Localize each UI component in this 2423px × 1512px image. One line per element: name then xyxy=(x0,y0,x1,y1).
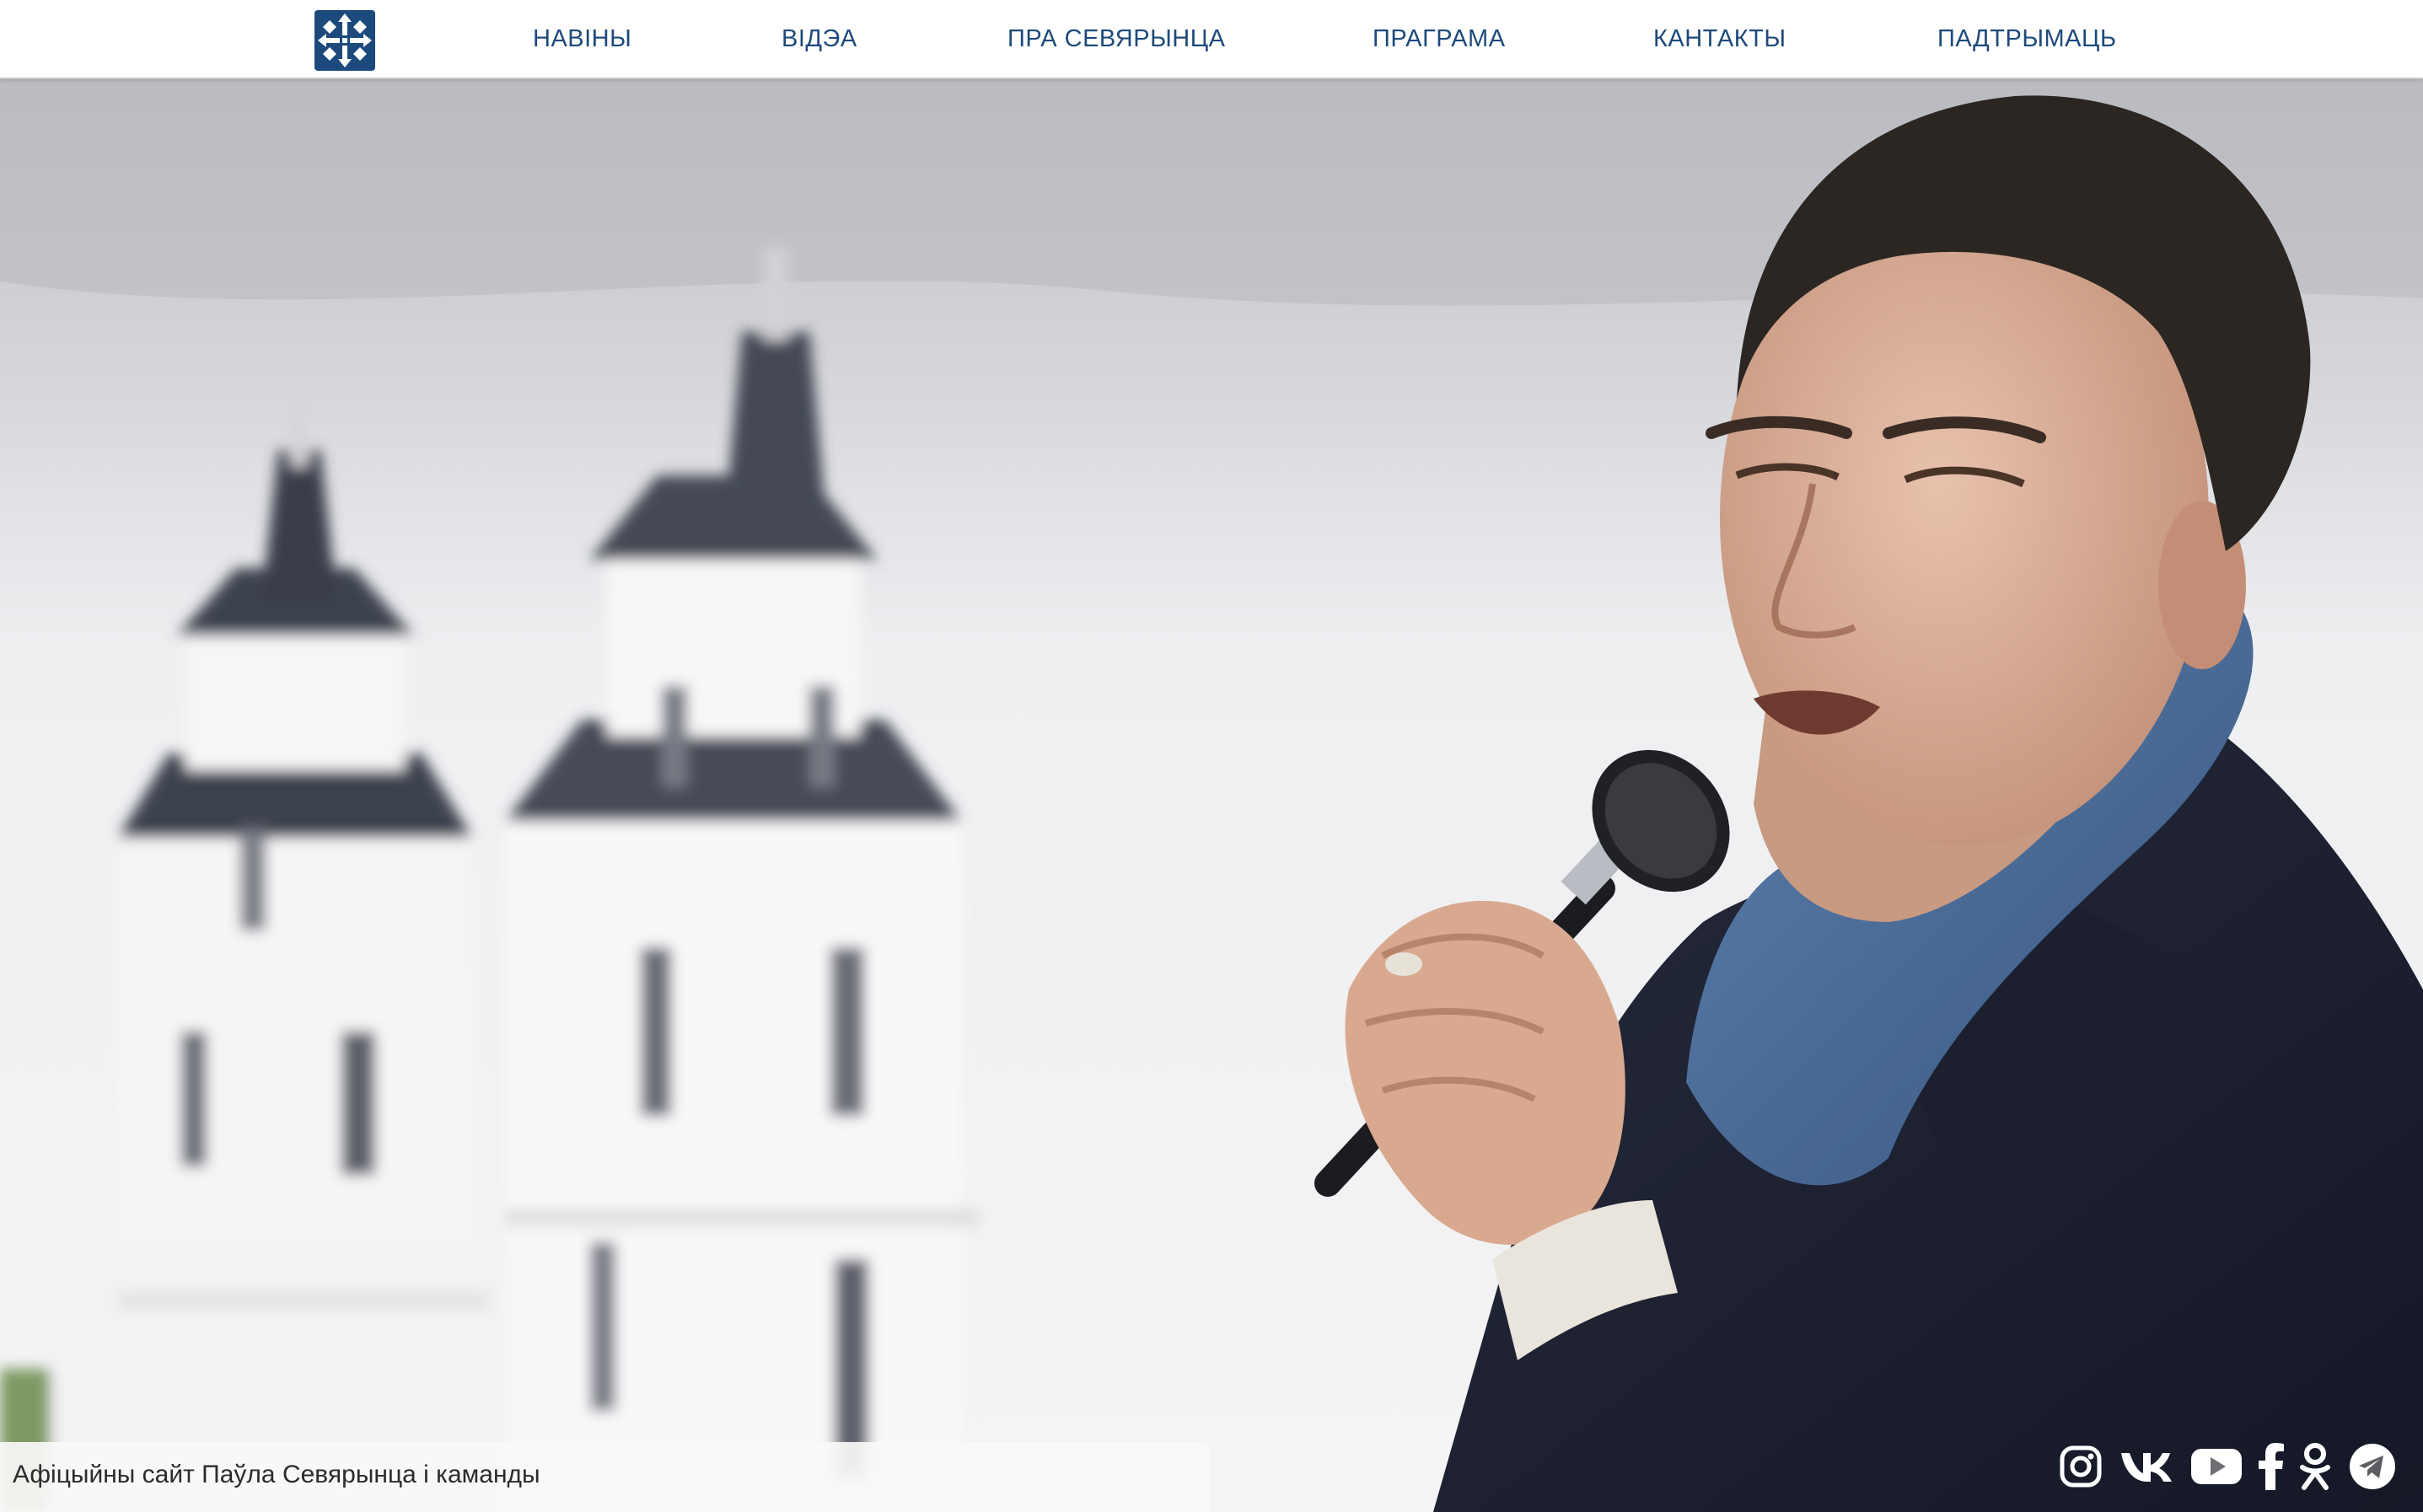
odnoklassniki-icon[interactable] xyxy=(2297,1443,2334,1490)
site-caption-box: Афіцыйны сайт Паўла Севярынца і каманды xyxy=(0,1442,1209,1512)
telegram-icon[interactable] xyxy=(2349,1443,2396,1490)
youtube-icon[interactable] xyxy=(2189,1443,2244,1490)
page: НАВІНЫ ВІДЭА ПРА СЕВЯРЫНЦА ПРАГРАМА КАНТ… xyxy=(0,0,2423,1512)
instagram-icon[interactable] xyxy=(2057,1443,2104,1490)
hero-illustration xyxy=(0,79,2423,1512)
nav-link-program[interactable]: ПРАГРАМА xyxy=(1373,20,1506,57)
facebook-icon[interactable] xyxy=(2256,1443,2286,1490)
nav-link-news[interactable]: НАВІНЫ xyxy=(533,20,631,57)
top-navigation-bar: НАВІНЫ ВІДЭА ПРА СЕВЯРЫНЦА ПРАГРАМА КАНТ… xyxy=(0,0,2423,79)
vk-icon[interactable] xyxy=(2119,1443,2173,1490)
site-caption: Афіцыйны сайт Паўла Севярынца і каманды xyxy=(13,1461,540,1488)
nav-link-about[interactable]: ПРА СЕВЯРЫНЦА xyxy=(1007,20,1226,57)
nav-link-support[interactable]: ПАДТРЫМАЦЬ xyxy=(1937,20,2117,57)
nav-link-contacts[interactable]: КАНТАКТЫ xyxy=(1653,20,1786,57)
hero-photo xyxy=(0,79,2423,1512)
cross-ornament-logo-icon[interactable] xyxy=(314,10,375,71)
nav-link-video[interactable]: ВІДЭА xyxy=(782,20,857,57)
